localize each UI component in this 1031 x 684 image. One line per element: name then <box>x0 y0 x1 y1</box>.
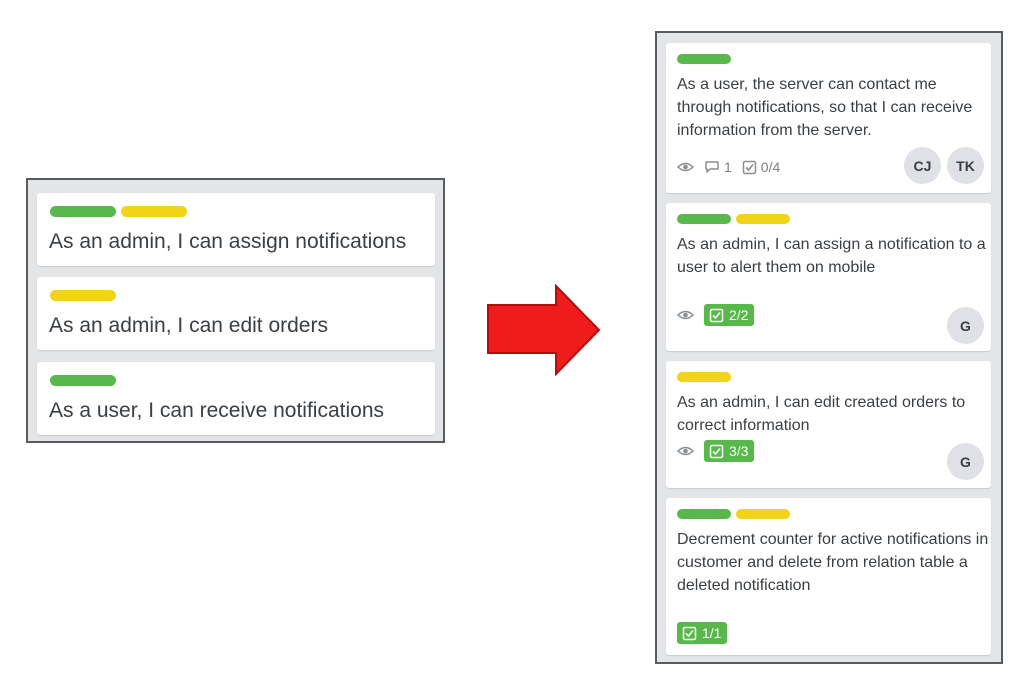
card-edit-created-orders[interactable]: As an admin, I can edit created orders t… <box>666 361 991 488</box>
label-yellow[interactable] <box>736 214 790 224</box>
card-title: Decrement counter for active notificatio… <box>677 531 989 594</box>
checklist-icon <box>682 626 697 640</box>
eye-icon <box>677 446 694 456</box>
checklist-icon <box>709 444 724 458</box>
card-decrement-counter[interactable]: Decrement counter for active notificatio… <box>666 498 991 655</box>
card-title: As a user, I can receive notifications <box>49 399 385 422</box>
left-card-receive-notifications[interactable]: As a user, I can receive notifications <box>37 362 435 435</box>
checklist-count: 1/1 <box>702 625 722 641</box>
card-labels <box>677 54 731 64</box>
checklist-badge: 3/3 <box>704 440 755 462</box>
checklist-badge: 2/2 <box>704 304 755 326</box>
card-title: As an admin, I can edit orders <box>49 314 328 337</box>
label-yellow[interactable] <box>50 290 116 301</box>
checklist-count: 2/2 <box>729 307 749 323</box>
label-green[interactable] <box>50 375 116 386</box>
checklist-badge: 1/1 <box>677 622 728 644</box>
checklist-count: 0/4 <box>760 159 781 175</box>
label-yellow[interactable] <box>121 206 187 217</box>
card-labels <box>50 206 187 217</box>
card-badges: 1/1 <box>677 622 728 644</box>
label-yellow[interactable] <box>736 509 790 519</box>
card-title: As an admin, I can edit created orders t… <box>677 394 966 434</box>
left-card-edit-orders[interactable]: As an admin, I can edit orders <box>37 277 435 350</box>
card-labels <box>677 214 790 224</box>
card-labels <box>50 375 116 386</box>
label-green[interactable] <box>677 509 731 519</box>
card-badges: 2/2 <box>677 304 755 326</box>
card-members: G <box>947 307 984 344</box>
avatar[interactable]: G <box>947 307 984 344</box>
card-labels <box>677 509 790 519</box>
eye-icon <box>677 310 694 320</box>
label-yellow[interactable] <box>677 372 731 382</box>
card-server-notifications[interactable]: As a user, the server can contact me thr… <box>666 43 991 193</box>
checklist-icon <box>709 308 724 322</box>
right-list: As a user, the server can contact me thr… <box>655 31 1003 664</box>
right-arrow-icon <box>487 284 601 376</box>
card-labels <box>677 372 731 382</box>
checklist-count: 3/3 <box>729 443 749 459</box>
comments-count: 1 <box>724 159 732 175</box>
card-title: As a user, the server can contact me thr… <box>677 76 973 139</box>
left-list: As an admin, I can assign notifications … <box>26 178 445 443</box>
card-badges: 1 0/4 <box>677 159 780 175</box>
left-card-assign-notifications[interactable]: As an admin, I can assign notifications <box>37 193 435 266</box>
watch-badge <box>677 161 694 173</box>
card-members: CJ TK <box>904 147 984 184</box>
label-green[interactable] <box>50 206 116 217</box>
watch-badge <box>677 309 694 321</box>
card-title: As an admin, I can assign a notification… <box>677 236 986 276</box>
checklist-badge: 0/4 <box>742 159 780 175</box>
watch-badge <box>677 445 694 457</box>
card-members: G <box>947 443 984 480</box>
avatar[interactable]: CJ <box>904 147 941 184</box>
label-green[interactable] <box>677 54 731 64</box>
card-badges: 3/3 <box>677 440 755 462</box>
checklist-icon <box>742 160 757 174</box>
comment-icon <box>705 161 719 173</box>
label-green[interactable] <box>677 214 731 224</box>
avatar[interactable]: G <box>947 443 984 480</box>
avatar[interactable]: TK <box>947 147 984 184</box>
card-labels <box>50 290 116 301</box>
card-title: As an admin, I can assign notifications <box>49 230 407 253</box>
card-assign-notification[interactable]: As an admin, I can assign a notification… <box>666 203 991 351</box>
eye-icon <box>677 162 694 172</box>
comments-badge: 1 <box>704 159 732 175</box>
